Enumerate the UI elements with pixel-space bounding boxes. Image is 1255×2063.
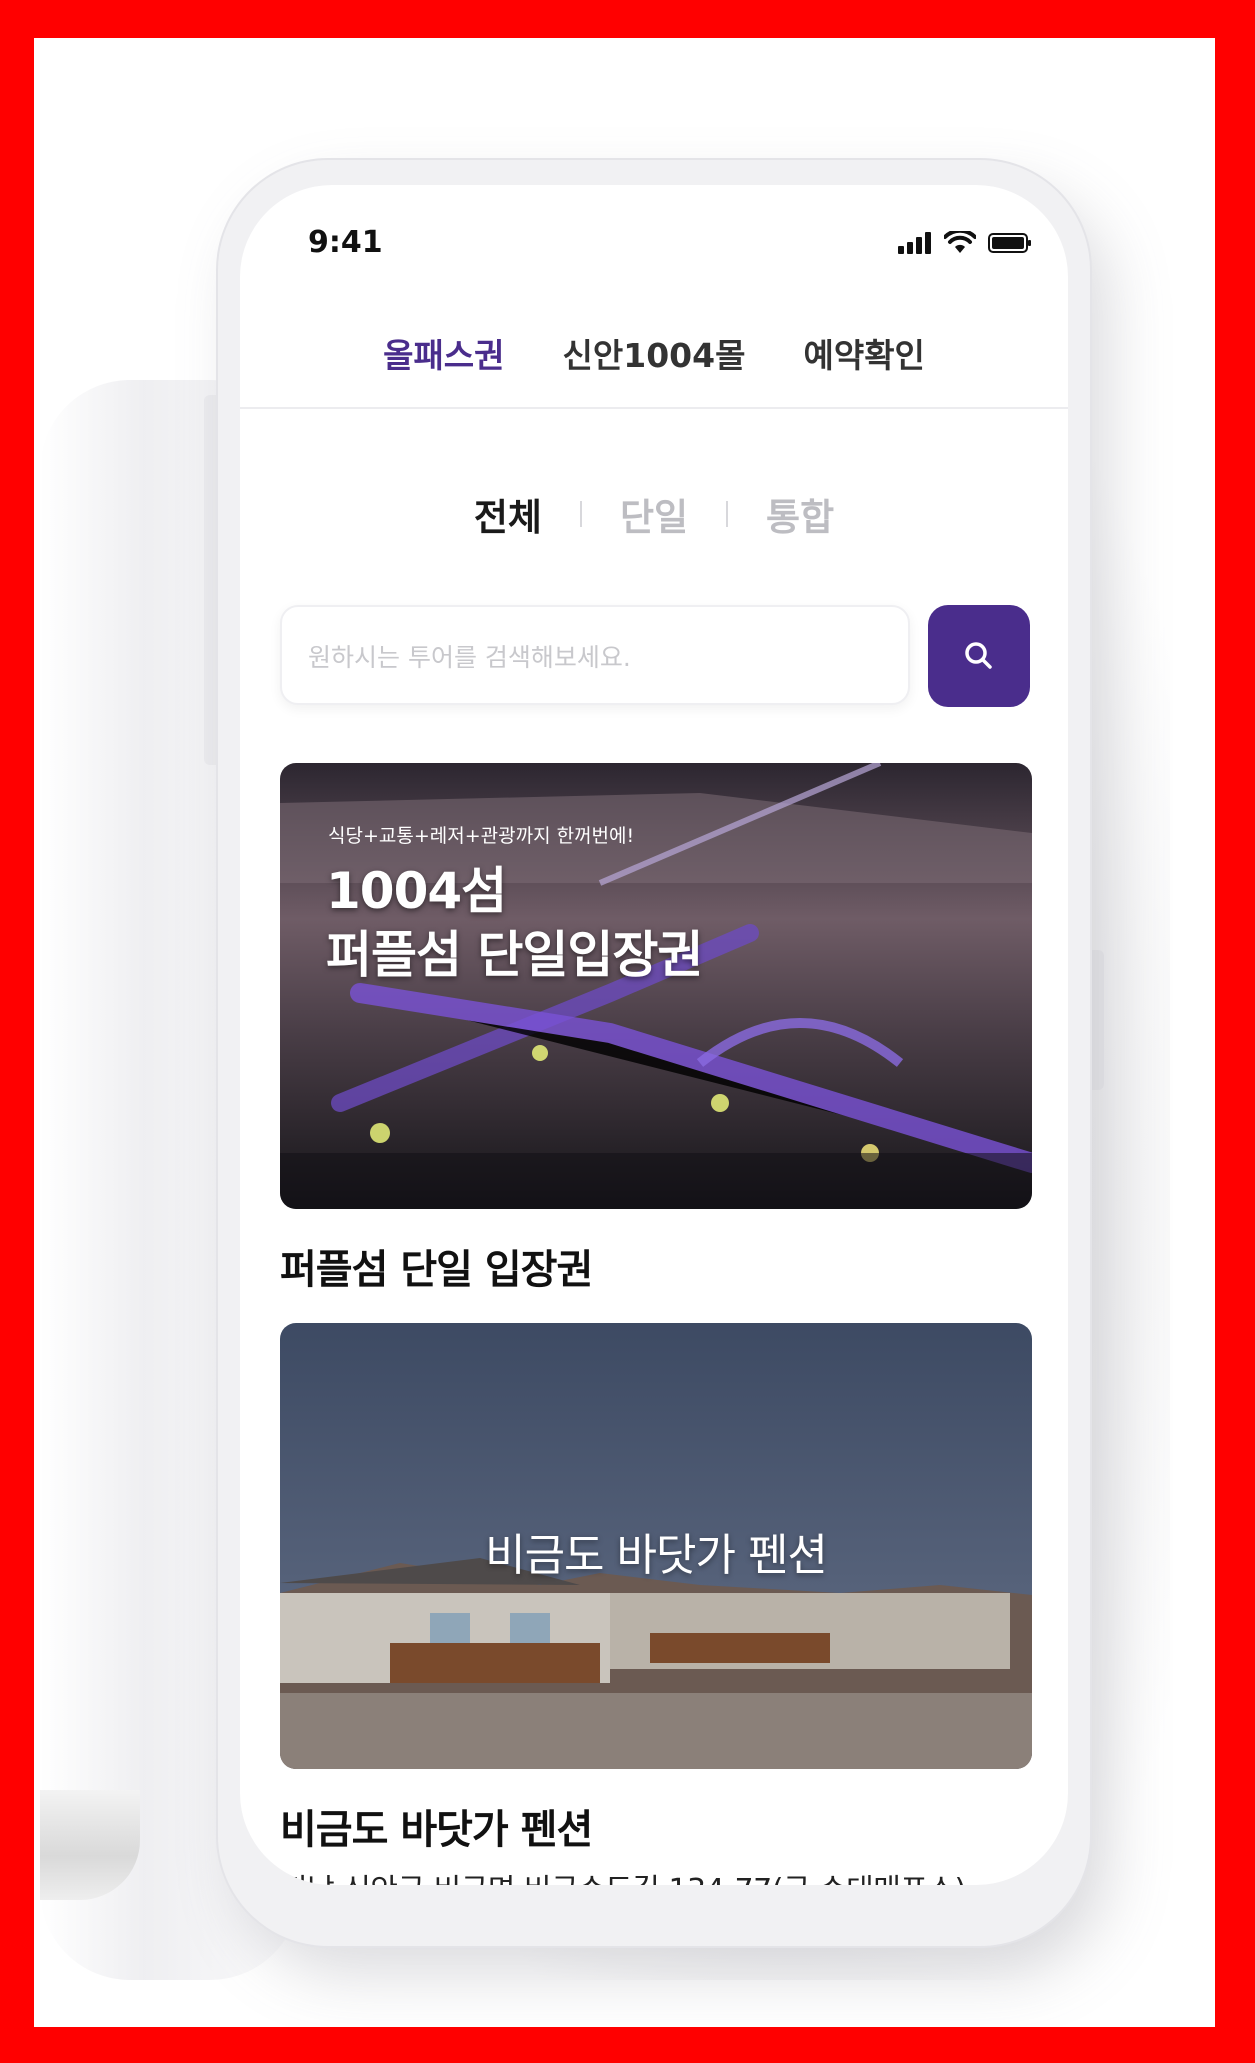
red-highlight-frame [0,0,1255,2063]
